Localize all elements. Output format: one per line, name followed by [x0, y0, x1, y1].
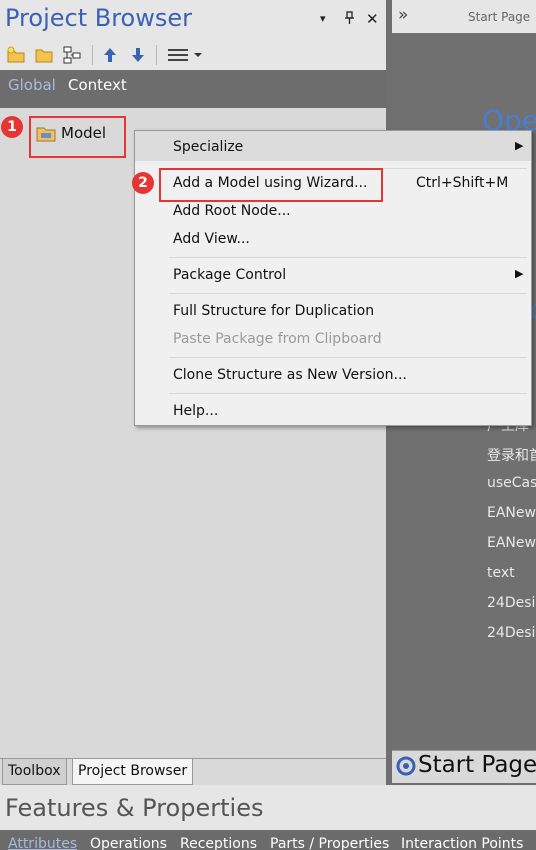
recent-item[interactable]: 登录和首 — [487, 445, 536, 465]
menu-item-full-structure[interactable]: Full Structure for Duplication — [173, 303, 374, 319]
tab-toolbox[interactable]: Toolbox — [2, 759, 67, 785]
step-badge-2: 2 — [132, 172, 154, 194]
menu-item-add-root-node[interactable]: Add Root Node... — [173, 203, 291, 219]
recent-item[interactable]: 24Desig — [487, 595, 536, 611]
diagram-icon[interactable] — [62, 45, 82, 65]
submenu-arrow-icon: ▶ — [515, 139, 524, 152]
tab-operations[interactable]: Operations — [90, 836, 167, 850]
menu-item-add-view[interactable]: Add View... — [173, 231, 250, 247]
toolbar-divider — [156, 45, 157, 65]
new-package-icon[interactable] — [6, 45, 26, 65]
recent-item[interactable]: EANew — [487, 535, 536, 551]
pin-icon[interactable] — [344, 11, 355, 29]
features-panel-header: Features & Properties — [0, 785, 536, 830]
tab-start-page-bottom[interactable]: Start Page — [418, 752, 536, 778]
recent-item[interactable]: 24Desig — [487, 625, 536, 641]
menu-icon[interactable] — [166, 45, 206, 65]
folder-icon[interactable] — [34, 45, 54, 65]
recent-item[interactable]: useCase — [487, 475, 536, 491]
menu-divider — [169, 357, 527, 358]
move-up-icon[interactable] — [100, 45, 120, 65]
context-menu: Specialize ▶ Add a Model using Wizard...… — [134, 130, 532, 426]
highlight-box-wizard — [159, 168, 383, 202]
menu-item-clone-structure[interactable]: Clone Structure as New Version... — [173, 367, 407, 383]
submenu-arrow-icon: ▶ — [515, 267, 524, 280]
menu-divider — [169, 293, 527, 294]
start-page-logo-icon — [396, 756, 416, 780]
menu-item-package-control[interactable]: Package Control — [173, 267, 286, 283]
toolbar-divider — [92, 45, 93, 65]
highlight-box-model — [29, 116, 126, 158]
menu-item-specialize[interactable]: Specialize — [173, 139, 243, 155]
tab-attributes[interactable]: Attributes — [8, 836, 77, 850]
menu-item-paste-package[interactable]: Paste Package from Clipboard — [173, 331, 382, 347]
tab-interaction-points[interactable]: Interaction Points — [401, 836, 523, 850]
browser-scope-tabs: Global Context — [0, 70, 386, 108]
browser-toolbar — [0, 40, 386, 71]
tab-parts-properties[interactable]: Parts / Properties — [270, 836, 389, 850]
expand-icon[interactable]: » — [398, 5, 408, 25]
menu-divider — [169, 393, 527, 394]
tab-receptions[interactable]: Receptions — [180, 836, 257, 850]
chevron-down-icon[interactable]: ▾ — [320, 12, 326, 25]
project-browser-header: Project Browser ▾ ✕ — [0, 0, 386, 40]
tab-start-page[interactable]: Start Page — [468, 10, 530, 24]
move-down-icon[interactable] — [128, 45, 148, 65]
tab-global[interactable]: Global — [8, 76, 56, 94]
bottom-tab-bar: Toolbox Project Browser — [0, 758, 386, 786]
menu-divider — [169, 257, 527, 258]
shortcut-label: Ctrl+Shift+M — [416, 175, 509, 191]
features-tabs: Attributes Operations Receptions Parts /… — [0, 830, 536, 850]
recent-item[interactable]: text — [487, 565, 515, 581]
tab-context[interactable]: Context — [68, 76, 127, 94]
panel-title: Project Browser — [5, 4, 192, 32]
menu-item-help[interactable]: Help... — [173, 403, 218, 419]
panel-title: Features & Properties — [5, 794, 264, 822]
start-page-header: » Start Page — [392, 0, 536, 33]
recent-item[interactable]: EANew — [487, 505, 536, 521]
start-page-tab-bar: Start Page — [392, 750, 536, 783]
close-icon[interactable]: ✕ — [366, 10, 379, 28]
step-badge-1: 1 — [1, 116, 23, 138]
tab-project-browser[interactable]: Project Browser — [72, 759, 194, 785]
